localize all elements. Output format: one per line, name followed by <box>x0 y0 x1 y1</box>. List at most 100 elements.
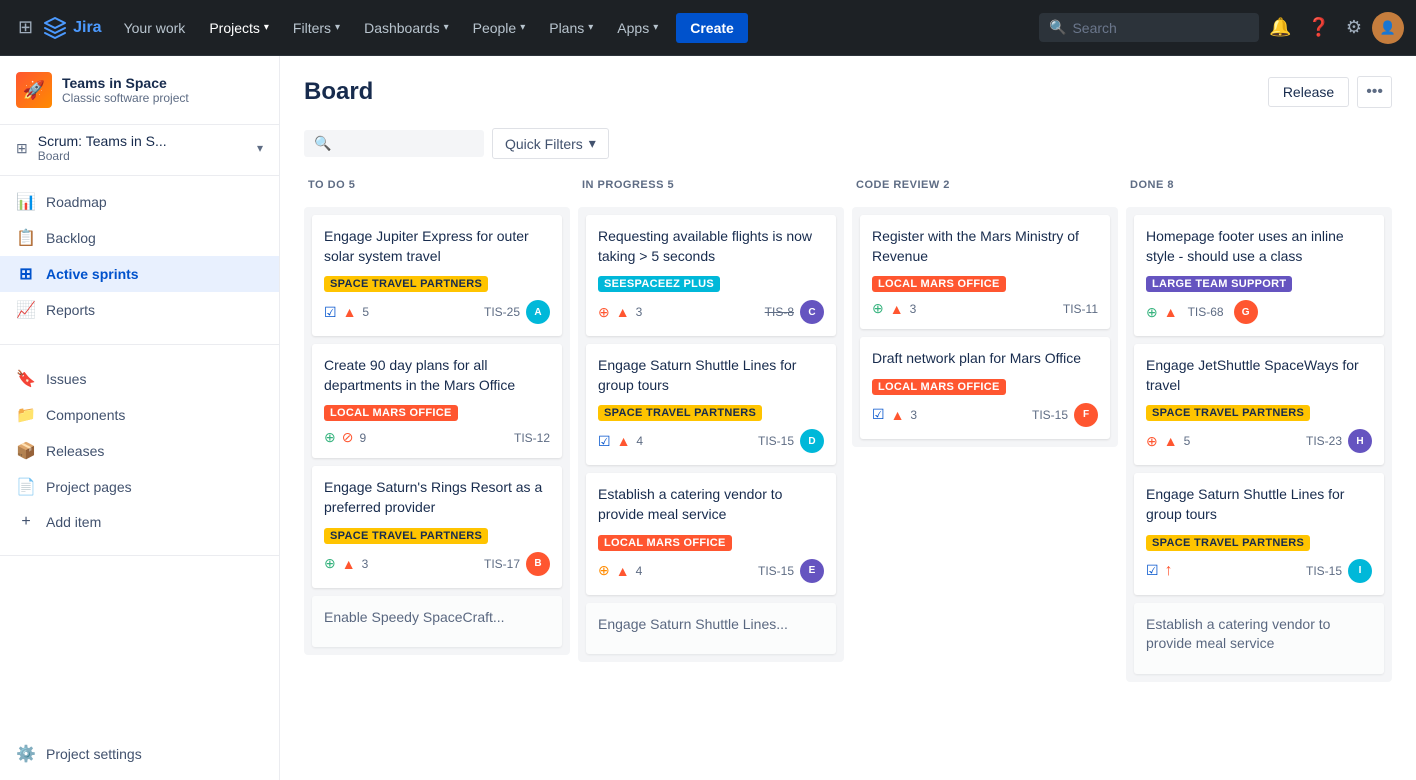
board-title: Board <box>304 78 373 106</box>
active-sprints-icon: ⊞ <box>16 264 36 284</box>
column-codereview-cards: Register with the Mars Ministry of Reven… <box>852 207 1118 447</box>
card-id: TIS-15 <box>758 434 794 448</box>
card-codereview-tis15[interactable]: Draft network plan for Mars Office LOCAL… <box>860 337 1110 439</box>
card-inprogress-truncated[interactable]: Engage Saturn Shuttle Lines... <box>586 603 836 655</box>
sidebar-item-roadmap[interactable]: 📊 Roadmap <box>0 184 279 220</box>
board-selector-sub: Board <box>38 149 167 163</box>
card-title: Draft network plan for Mars Office <box>872 349 1098 369</box>
create-button[interactable]: Create <box>676 13 748 43</box>
sidebar-nav-bottom: ⚙️ Project settings <box>0 728 279 780</box>
sidebar-item-add-item[interactable]: + Add item <box>0 505 279 539</box>
card-avatar: H <box>1348 429 1372 453</box>
card-footer: ⊕ ▲ 4 TIS-15 E <box>598 559 824 583</box>
apps-link[interactable]: Apps ▾ <box>607 14 668 42</box>
sidebar-item-active-sprints[interactable]: ⊞ Active sprints <box>0 256 279 292</box>
more-options-button[interactable]: ••• <box>1357 76 1392 108</box>
card-count: 3 <box>362 557 369 571</box>
story-icon: ⊕ <box>324 555 336 572</box>
top-navigation: ⊞ Jira Your work Projects ▾ Filters ▾ Da… <box>0 0 1416 56</box>
search-box[interactable]: 🔍 <box>1039 13 1259 42</box>
card-tag: SPACE TRAVEL PARTNERS <box>324 276 488 292</box>
sidebar-item-issues[interactable]: 🔖 Issues <box>0 361 279 397</box>
help-icon[interactable]: ❓ <box>1301 11 1335 44</box>
card-tis12[interactable]: Create 90 day plans for all departments … <box>312 344 562 458</box>
roadmap-icon: 📊 <box>16 192 36 212</box>
card-inprogress-tis15b[interactable]: Establish a catering vendor to provide m… <box>586 473 836 594</box>
card-tag: SPACE TRAVEL PARTNERS <box>1146 535 1310 551</box>
priority-icon: ▲ <box>342 556 356 572</box>
dashboards-caret: ▾ <box>444 22 449 33</box>
sidebar-item-backlog[interactable]: 📋 Backlog <box>0 220 279 256</box>
card-title: Engage Saturn Shuttle Lines for group to… <box>1146 485 1372 524</box>
grid-icon[interactable]: ⊞ <box>12 11 39 44</box>
card-tis25[interactable]: Engage Jupiter Express for outer solar s… <box>312 215 562 336</box>
task-icon: ⊕ <box>1146 433 1158 450</box>
column-todo-header: TO DO 5 <box>304 171 570 199</box>
card-title: Requesting available flights is now taki… <box>598 227 824 266</box>
card-tis23[interactable]: Engage JetShuttle SpaceWays for travel S… <box>1134 344 1384 465</box>
checkbox-icon: ☑ <box>598 433 611 450</box>
board-search[interactable]: 🔍 <box>304 130 484 157</box>
card-count: 5 <box>1184 434 1191 448</box>
board-actions: Release ••• <box>1268 76 1392 108</box>
people-link[interactable]: People ▾ <box>463 14 536 42</box>
card-tis17[interactable]: Engage Saturn's Rings Resort as a prefer… <box>312 466 562 587</box>
priority-icon: ▲ <box>343 304 357 320</box>
card-todo-truncated[interactable]: Enable Speedy SpaceCraft... <box>312 596 562 648</box>
card-count: 4 <box>636 564 643 578</box>
card-title: Establish a catering vendor to provide m… <box>598 485 824 524</box>
dashboards-link[interactable]: Dashboards ▾ <box>354 14 459 42</box>
priority-icon: ▲ <box>617 433 631 449</box>
card-footer: ☑ ▲ 3 TIS-15 F <box>872 403 1098 427</box>
jira-logo[interactable]: Jira <box>43 16 101 40</box>
backlog-icon: 📋 <box>16 228 36 248</box>
card-inprogress-tis15a[interactable]: Engage Saturn Shuttle Lines for group to… <box>586 344 836 465</box>
card-footer: ⊕ ▲ 5 TIS-23 H <box>1146 429 1372 453</box>
card-count: 4 <box>636 434 643 448</box>
priority-icon: ▲ <box>890 301 904 317</box>
settings-icon[interactable]: ⚙ <box>1340 11 1368 44</box>
plans-link[interactable]: Plans ▾ <box>539 14 603 42</box>
sidebar-item-reports[interactable]: 📈 Reports <box>0 292 279 328</box>
search-input[interactable] <box>1072 20 1212 36</box>
sidebar-board-selector[interactable]: ⊞ Scrum: Teams in S... Board ▾ <box>0 125 279 176</box>
board-columns: TO DO 5 Engage Jupiter Express for outer… <box>280 171 1416 706</box>
priority-icon: ▲ <box>616 563 630 579</box>
card-footer: ⊕ ⊘ 9 TIS-12 <box>324 429 550 446</box>
sidebar-item-components[interactable]: 📁 Components <box>0 397 279 433</box>
card-done-tis15[interactable]: Engage Saturn Shuttle Lines for group to… <box>1134 473 1384 594</box>
quick-filters-button[interactable]: Quick Filters ▾ <box>492 128 609 159</box>
filter-search-icon: 🔍 <box>314 135 331 152</box>
filters-link[interactable]: Filters ▾ <box>283 14 350 42</box>
sidebar-item-project-settings[interactable]: ⚙️ Project settings <box>0 736 279 772</box>
sidebar-item-releases[interactable]: 📦 Releases <box>0 433 279 469</box>
apps-caret: ▾ <box>653 22 658 33</box>
card-title: Create 90 day plans for all departments … <box>324 356 550 395</box>
card-id: TIS-17 <box>484 557 520 571</box>
card-tis11[interactable]: Register with the Mars Ministry of Reven… <box>860 215 1110 329</box>
board-search-input[interactable] <box>337 136 457 152</box>
card-tag: LOCAL MARS OFFICE <box>872 276 1006 292</box>
board-selector-caret[interactable]: ▾ <box>257 141 263 155</box>
card-count: 9 <box>359 431 366 445</box>
sidebar-nav-secondary: 🔖 Issues 📁 Components 📦 Releases 📄 Proje… <box>0 353 279 547</box>
column-codereview: CODE REVIEW 2 Register with the Mars Min… <box>852 171 1118 682</box>
card-tag: LARGE TEAM SUPPORT <box>1146 276 1292 292</box>
sidebar-item-project-pages[interactable]: 📄 Project pages <box>0 469 279 505</box>
card-tis8[interactable]: Requesting available flights is now taki… <box>586 215 836 336</box>
your-work-link[interactable]: Your work <box>114 14 196 42</box>
user-avatar[interactable]: 👤 <box>1372 12 1404 44</box>
board-selector-icon: ⊞ <box>16 140 28 157</box>
projects-link[interactable]: Projects ▾ <box>199 14 279 42</box>
column-done-header: DONE 8 <box>1126 171 1392 199</box>
search-icon: 🔍 <box>1049 19 1066 36</box>
column-todo-cards: Engage Jupiter Express for outer solar s… <box>304 207 570 655</box>
logo-text: Jira <box>73 19 101 37</box>
plans-caret: ▾ <box>588 22 593 33</box>
card-tis68[interactable]: Homepage footer uses an inline style - s… <box>1134 215 1384 336</box>
release-button[interactable]: Release <box>1268 77 1349 107</box>
card-count: 5 <box>362 305 369 319</box>
notifications-icon[interactable]: 🔔 <box>1263 11 1297 44</box>
card-done-truncated[interactable]: Establish a catering vendor to provide m… <box>1134 603 1384 674</box>
add-item-icon: + <box>16 513 36 531</box>
